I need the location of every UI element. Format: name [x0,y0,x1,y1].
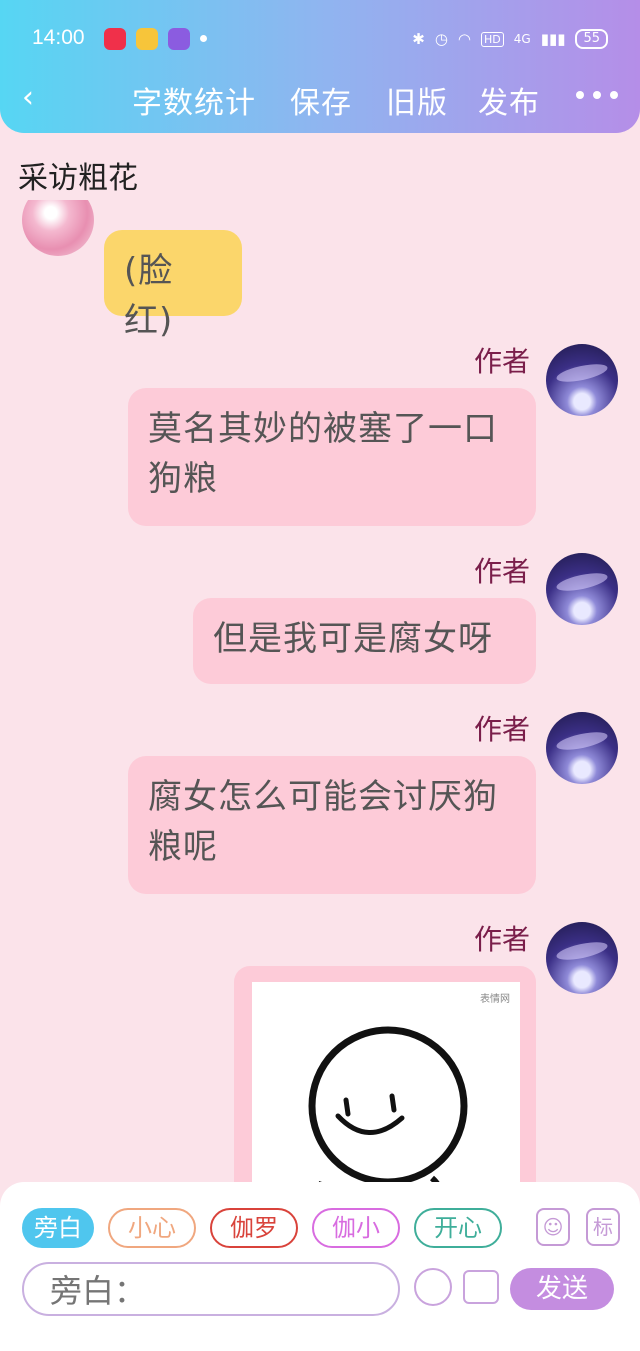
message-input[interactable] [22,1262,400,1316]
page-title: 采访粗花 [18,161,138,196]
sender-name: 作者 [474,923,531,956]
save-button[interactable]: 保存 [290,78,352,122]
input-panel: 旁白 小心 伽罗 伽小 开心 ☺ 标 发送 [0,1182,640,1351]
app-icon-purple [168,28,190,50]
battery-indicator: 55 [575,29,608,49]
status-time: 14:00 [32,26,85,49]
wifi-icon: ◠ [457,30,471,48]
bluetooth-icon: ✱ [412,30,425,48]
message-bubble[interactable]: 腐女怎么可能会讨厌狗粮呢 [128,756,536,894]
app-icon-yellow [136,28,158,50]
status-icons: ✱ ◷ ◠ HD 4G ▮▮▮ 55 [412,26,608,52]
avatar[interactable] [546,344,618,416]
message-bubble[interactable]: 但是我可是腐女呀 [193,598,536,684]
sender-name: 作者 [474,345,531,378]
avatar[interactable] [22,200,94,256]
message-bubble[interactable]: (脸红) [104,230,242,341]
smiley-face-icon [308,1026,468,1185]
hd-badge: HD [481,31,504,47]
role-chip-jiaxiao[interactable]: 伽小 [312,1208,400,1248]
chevron-left-icon[interactable]: ‹ [22,80,34,115]
tag-button[interactable]: 标 [586,1208,620,1246]
message-input-field[interactable] [48,1270,382,1312]
avatar[interactable] [546,922,618,994]
old-version-button[interactable]: 旧版 [386,78,448,122]
top-header: 14:00 ✱ ◷ ◠ HD 4G ▮▮▮ 55 ‹ 字数统计 保存 旧版 发布 [0,0,640,133]
send-button[interactable]: 发送 [510,1268,614,1310]
notification-dot [200,35,207,42]
word-count-button[interactable]: 字数统计 [132,78,256,122]
publish-button[interactable]: 发布 [478,78,540,122]
emoji-icon[interactable] [414,1268,452,1306]
image-watermark: 表情网 [480,994,510,1005]
role-chip-narration[interactable]: 旁白 [22,1208,94,1248]
role-manage-icon[interactable]: ☺ [536,1208,570,1246]
role-chip-kaixin[interactable]: 开心 [414,1208,502,1248]
sender-name: 作者 [474,713,531,746]
more-dots-icon[interactable] [576,91,618,99]
message-bubble[interactable]: 莫名其妙的被塞了一口狗粮 [128,388,536,526]
signal-icon: ▮▮▮ [540,30,566,48]
alarm-icon: ◷ [434,30,448,48]
avatar[interactable] [546,553,618,625]
role-chip-jialuo[interactable]: 伽罗 [210,1208,298,1248]
chat-list[interactable]: (脸红) 作者 莫名其妙的被塞了一口狗粮 作者 但是我可是腐女呀 作者 腐女怎么… [0,200,640,1185]
network-label: 4G [513,32,531,46]
image-message[interactable]: 表情网 [234,966,536,1185]
status-bar: 14:00 ✱ ◷ ◠ HD 4G ▮▮▮ 55 [32,26,608,56]
role-chip-xiaoxin[interactable]: 小心 [108,1208,196,1248]
nav-bar: ‹ 字数统计 保存 旧版 发布 [0,78,640,122]
sender-name: 作者 [474,555,531,588]
app-icon-red [104,28,126,50]
sticker-image[interactable]: 表情网 [252,982,520,1185]
image-picker-icon[interactable] [463,1270,499,1304]
avatar[interactable] [546,712,618,784]
